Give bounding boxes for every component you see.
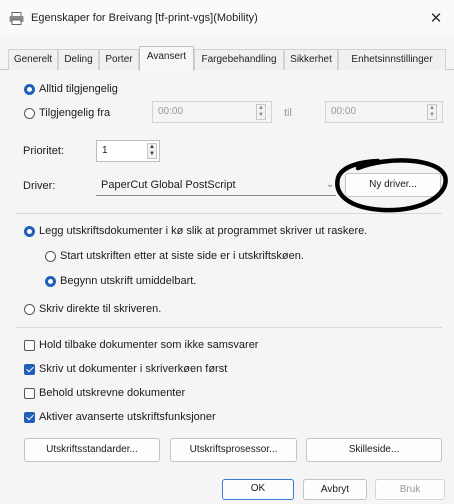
tab-fargebehandling[interactable]: Fargebehandling bbox=[194, 49, 284, 70]
driver-select-value: PaperCut Global PostScript bbox=[101, 179, 236, 191]
print-spooled-first-label: Skriv ut dokumenter i skriverkøen først bbox=[39, 363, 228, 375]
checkbox-advanced-features[interactable] bbox=[24, 412, 35, 423]
tab-enhetsinnstillinger[interactable]: Enhetsinnstillinger bbox=[338, 49, 446, 70]
checkbox-hold-mismatched[interactable] bbox=[24, 340, 35, 351]
ok-button[interactable]: OK bbox=[222, 479, 294, 500]
radio-always-available[interactable] bbox=[24, 84, 35, 95]
radio-start-immediately[interactable] bbox=[45, 276, 56, 287]
start-after-last-page-label: Start utskriften etter at siste side er … bbox=[60, 250, 304, 262]
print-processor-button[interactable]: Utskriftsprosessor... bbox=[170, 438, 297, 462]
radio-print-direct[interactable] bbox=[24, 304, 35, 315]
print-defaults-button[interactable]: Utskriftsstandarder... bbox=[24, 438, 160, 462]
priority-label: Prioritet: bbox=[23, 145, 64, 157]
tab-deling[interactable]: Deling bbox=[58, 49, 99, 70]
radio-spool[interactable] bbox=[24, 226, 35, 237]
divider bbox=[16, 327, 442, 328]
checkbox-print-spooled-first[interactable] bbox=[24, 364, 35, 375]
tab-sikkerhet[interactable]: Sikkerhet bbox=[284, 49, 338, 70]
printer-icon bbox=[9, 12, 24, 25]
radio-available-from[interactable] bbox=[24, 108, 35, 119]
driver-label: Driver: bbox=[23, 180, 56, 192]
title-bar: Egenskaper for Breivang [tf-print-vgs](M… bbox=[0, 0, 454, 36]
tab-generelt[interactable]: Generelt bbox=[8, 49, 58, 70]
tab-strip: Generelt Deling Porter Avansert Fargebeh… bbox=[0, 46, 454, 71]
window-title: Egenskaper for Breivang [tf-print-vgs](M… bbox=[31, 12, 258, 24]
spool-label: Legg utskriftsdokumenter i kø slik at pr… bbox=[39, 225, 368, 237]
to-time-field[interactable]: 00:00 bbox=[325, 101, 443, 123]
driver-select[interactable]: PaperCut Global PostScript ⌄ bbox=[96, 174, 336, 196]
to-time-spinner[interactable]: ▲ ▼ bbox=[427, 104, 437, 120]
always-available-label: Alltid tilgjengelig bbox=[39, 83, 118, 95]
to-label: til bbox=[284, 107, 292, 119]
advanced-features-label: Aktiver avanserte utskriftsfunksjoner bbox=[39, 411, 216, 423]
cancel-button[interactable]: Avbryt bbox=[303, 479, 367, 500]
divider bbox=[16, 213, 442, 214]
checkbox-keep-printed[interactable] bbox=[24, 388, 35, 399]
separator-page-button[interactable]: Skilleside... bbox=[306, 438, 442, 462]
available-from-label: Tilgjengelig fra bbox=[39, 107, 111, 119]
priority-spinner[interactable]: ▲ ▼ bbox=[147, 143, 157, 159]
print-direct-label: Skriv direkte til skriveren. bbox=[39, 303, 162, 315]
close-icon[interactable]: ✕ bbox=[428, 9, 444, 27]
keep-printed-label: Behold utskrevne dokumenter bbox=[39, 387, 186, 399]
radio-start-after-last-page[interactable] bbox=[45, 251, 56, 262]
hold-mismatched-label: Hold tilbake dokumenter som ikke samsvar… bbox=[39, 339, 259, 351]
from-time-spinner[interactable]: ▲ ▼ bbox=[256, 104, 266, 120]
hand-drawn-circle-annotation bbox=[335, 158, 448, 213]
from-time-field[interactable]: 00:00 bbox=[152, 101, 272, 123]
tab-avansert[interactable]: Avansert bbox=[139, 46, 194, 71]
start-immediately-label: Begynn utskrift umiddelbart. bbox=[60, 275, 197, 287]
tab-porter[interactable]: Porter bbox=[99, 49, 139, 70]
apply-button[interactable]: Bruk bbox=[375, 479, 445, 500]
